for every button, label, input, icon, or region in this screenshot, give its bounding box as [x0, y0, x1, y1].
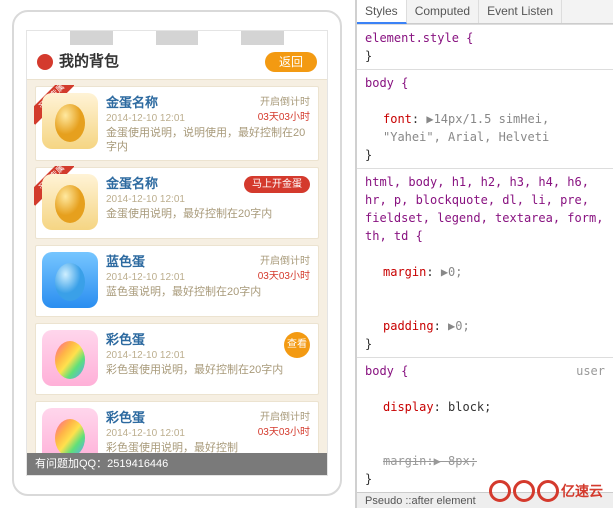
egg-icon [42, 93, 98, 149]
tab-events[interactable]: Event Listen [479, 0, 562, 23]
item-desc: 金蛋使用说明，最好控制在20字内 [106, 207, 312, 221]
css-rule[interactable]: body {user display: block; margin:▶ 8px;… [357, 357, 613, 492]
devtools-tabs: Styles Computed Event Listen [357, 0, 613, 24]
footer-bar: 有问题加QQ：2519416446 [27, 453, 327, 476]
item-right: 开启倒计时03天03小时 [258, 410, 310, 440]
item-list: 圣诞专属金蛋名称2014-12-10 12:01金蛋使用说明，说明使用，最好控制… [27, 80, 327, 475]
phone-frame: 我的背包 返回 圣诞专属金蛋名称2014-12-10 12:01金蛋使用说明，说… [12, 10, 342, 496]
page-title: 我的背包 [59, 51, 265, 74]
devtools-panel: Styles Computed Event Listen element.sty… [355, 0, 613, 508]
css-rule[interactable]: html, body, h1, h2, h3, h4, h6, hr, p, b… [357, 168, 613, 357]
back-button[interactable]: 返回 [265, 52, 317, 72]
list-item[interactable]: 蓝色蛋2014-12-10 12:01蓝色蛋说明，最好控制在20字内开启倒计时0… [35, 245, 319, 317]
css-rule[interactable]: element.style {} [357, 24, 613, 69]
list-item[interactable]: 圣诞专属金蛋名称2014-12-10 12:01金蛋使用说明，最好控制在20字内… [35, 167, 319, 239]
list-item[interactable]: 彩色蛋2014-12-10 12:01彩色蛋使用说明，最好控制在20字内查看 [35, 323, 319, 395]
app-header: 我的背包 返回 [27, 45, 327, 80]
item-right: 开启倒计时03天03小时 [258, 254, 310, 284]
view-button[interactable]: 查看 [284, 332, 310, 358]
open-button[interactable]: 马上开金蛋 [244, 176, 310, 193]
egg-icon [42, 252, 98, 308]
egg-icon [42, 330, 98, 386]
item-right: 开启倒计时03天03小时 [258, 95, 310, 125]
phone-screen: 我的背包 返回 圣诞专属金蛋名称2014-12-10 12:01金蛋使用说明，说… [26, 30, 328, 476]
item-desc: 金蛋使用说明，说明使用，最好控制在20字内 [106, 126, 312, 155]
item-desc: 蓝色蛋说明，最好控制在20字内 [106, 285, 312, 299]
egg-icon [42, 174, 98, 230]
status-bar [27, 31, 327, 45]
item-right: 查看 [284, 332, 310, 358]
app-body: 我的背包 返回 圣诞专属金蛋名称2014-12-10 12:01金蛋使用说明，说… [27, 45, 327, 475]
watermark-logo: 亿速云 [489, 480, 603, 502]
tab-computed[interactable]: Computed [407, 0, 479, 23]
item-right: 马上开金蛋 [244, 176, 310, 193]
item-desc: 彩色蛋使用说明，最好控制在20字内 [106, 363, 312, 377]
list-item[interactable]: 圣诞专属金蛋名称2014-12-10 12:01金蛋使用说明，说明使用，最好控制… [35, 86, 319, 161]
header-icon [37, 54, 53, 70]
tab-styles[interactable]: Styles [357, 0, 407, 24]
css-rule[interactable]: body { font: ▶14px/1.5 simHei, "Yahei", … [357, 69, 613, 168]
item-date: 2014-12-10 12:01 [106, 192, 312, 207]
item-date: 2014-12-10 12:01 [106, 348, 312, 363]
